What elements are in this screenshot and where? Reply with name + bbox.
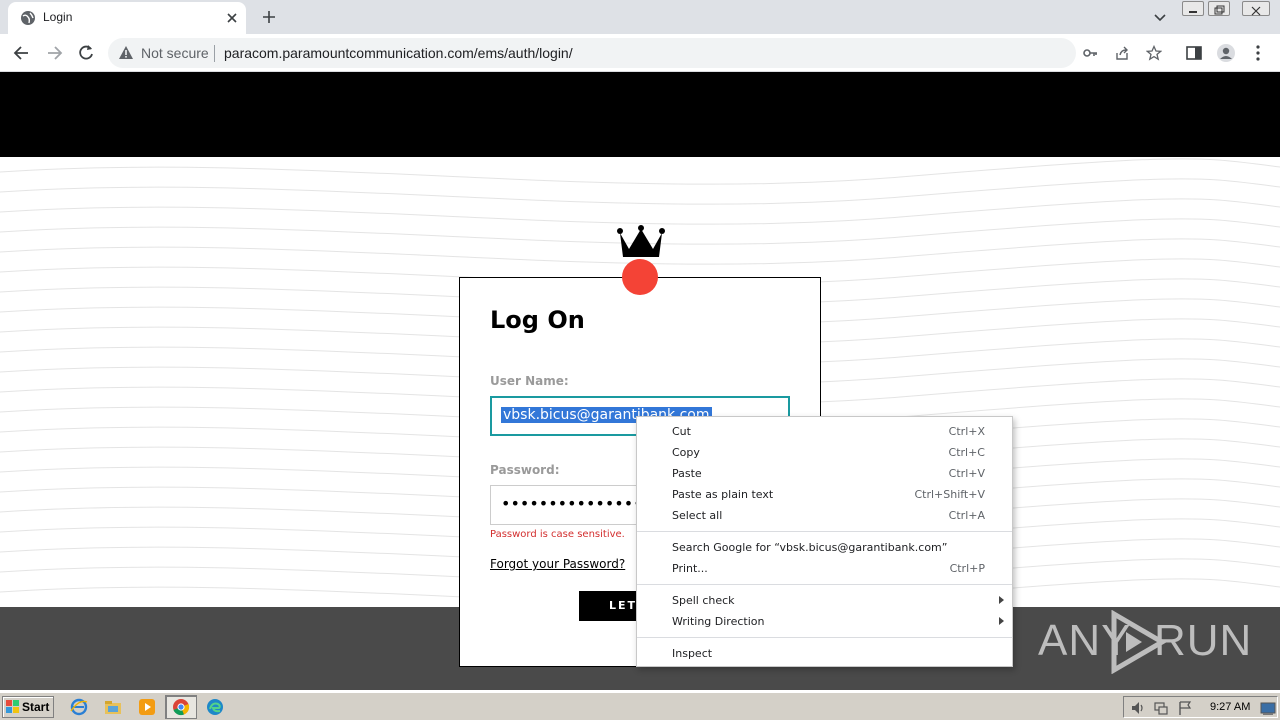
menu-item-label: Paste xyxy=(672,467,702,480)
show-desktop-icon[interactable] xyxy=(1260,700,1276,716)
menu-separator xyxy=(637,637,1012,638)
globe-icon xyxy=(21,11,35,25)
menu-item-label: Paste as plain text xyxy=(672,488,774,501)
system-tray: 9:27 AM xyxy=(1123,696,1278,718)
forgot-password-link[interactable]: Forgot your Password? xyxy=(490,557,625,571)
page-header xyxy=(0,72,1280,157)
menu-item-label: Inspect xyxy=(672,647,713,660)
warning-icon[interactable] xyxy=(118,45,134,61)
username-label: User Name: xyxy=(490,374,569,388)
omnibox-divider xyxy=(214,45,215,62)
close-tab-icon[interactable] xyxy=(224,10,240,26)
back-arrow-icon[interactable] xyxy=(12,43,32,63)
menu-item-spell-check[interactable]: Spell check xyxy=(637,590,1012,611)
menu-item-copy[interactable]: Copy Ctrl+C xyxy=(637,442,1012,463)
screen: Login Not secure paracom.paramountcommun… xyxy=(0,0,1280,720)
side-panel-icon[interactable] xyxy=(1184,43,1204,63)
menu-item-label: Select all xyxy=(672,509,723,522)
volume-icon[interactable] xyxy=(1130,700,1146,716)
menu-item-paste[interactable]: Paste Ctrl+V xyxy=(637,463,1012,484)
crown-logo-icon xyxy=(617,225,665,257)
menu-item-label: Copy xyxy=(672,446,700,459)
browser-toolbar: Not secure paracom.paramountcommunicatio… xyxy=(0,34,1280,72)
menu-item-shortcut: Ctrl+X xyxy=(948,425,985,438)
profile-avatar-icon[interactable] xyxy=(1216,43,1236,63)
start-label: Start xyxy=(22,700,50,714)
close-window-icon[interactable] xyxy=(1242,1,1270,16)
tab-login[interactable]: Login xyxy=(8,2,246,34)
menu-item-label: Print... xyxy=(672,562,708,575)
menu-item-shortcut: Ctrl+A xyxy=(948,509,985,522)
menu-item-shortcut: Ctrl+P xyxy=(949,562,985,575)
key-icon[interactable] xyxy=(1082,45,1098,61)
start-button[interactable]: Start xyxy=(2,696,54,718)
submenu-arrow-icon xyxy=(999,596,1004,604)
tab-title: Login xyxy=(43,10,73,24)
menu-item-shortcut: Ctrl+V xyxy=(948,467,985,480)
menu-item-paste-plain[interactable]: Paste as plain text Ctrl+Shift+V xyxy=(637,484,1012,505)
chrome-taskbar-button[interactable] xyxy=(165,695,197,719)
watermark-right: RUN xyxy=(1154,616,1253,665)
menu-kebab-icon[interactable] xyxy=(1248,43,1268,63)
anyrun-watermark: ANY RUN xyxy=(1038,610,1251,680)
menu-item-inspect[interactable]: Inspect xyxy=(637,643,1012,664)
chrome-icon xyxy=(173,699,190,716)
menu-item-label: Spell check xyxy=(672,594,735,607)
password-label: Password: xyxy=(490,463,560,477)
submenu-arrow-icon xyxy=(999,617,1004,625)
flag-icon[interactable] xyxy=(1177,700,1193,716)
chevron-down-icon[interactable] xyxy=(1152,9,1168,25)
share-icon[interactable] xyxy=(1114,45,1130,61)
menu-item-cut[interactable]: Cut Ctrl+X xyxy=(637,421,1012,442)
reload-icon[interactable] xyxy=(76,43,96,63)
restore-icon[interactable] xyxy=(1208,1,1230,16)
menu-item-shortcut: Ctrl+C xyxy=(948,446,985,459)
red-dot-overlay xyxy=(622,259,658,295)
context-menu: Cut Ctrl+X Copy Ctrl+C Paste Ctrl+V Past… xyxy=(636,416,1013,667)
edge-icon[interactable] xyxy=(206,698,224,716)
star-icon[interactable] xyxy=(1146,45,1162,61)
menu-separator xyxy=(637,584,1012,585)
menu-item-writing-direction[interactable]: Writing Direction xyxy=(637,611,1012,632)
menu-item-shortcut: Ctrl+Shift+V xyxy=(914,488,985,501)
minimize-icon[interactable] xyxy=(1182,1,1204,16)
media-player-icon[interactable] xyxy=(138,698,156,716)
ie-icon[interactable] xyxy=(70,698,88,716)
menu-item-select-all[interactable]: Select all Ctrl+A xyxy=(637,505,1012,526)
url-text[interactable]: paracom.paramountcommunication.com/ems/a… xyxy=(224,45,573,61)
menu-item-label: Writing Direction xyxy=(672,615,765,628)
windows-flag-icon xyxy=(6,700,19,713)
menu-item-label: Cut xyxy=(672,425,691,438)
taskbar: Start 9:27 AM xyxy=(0,692,1280,720)
menu-item-print[interactable]: Print... Ctrl+P xyxy=(637,558,1012,579)
new-tab-icon[interactable] xyxy=(260,8,278,26)
login-title: Log On xyxy=(490,306,585,334)
security-status[interactable]: Not secure xyxy=(141,45,209,61)
menu-item-label: Search Google for “vbsk.bicus@garantiban… xyxy=(672,541,948,554)
explorer-icon[interactable] xyxy=(104,698,122,716)
window-controls xyxy=(1182,0,1276,18)
menu-separator xyxy=(637,531,1012,532)
address-bar[interactable]: Not secure paracom.paramountcommunicatio… xyxy=(108,38,1162,68)
tab-strip: Login xyxy=(0,0,1280,34)
network-icon[interactable] xyxy=(1153,700,1169,716)
password-hint: Password is case sensitive. xyxy=(490,529,625,540)
taskbar-clock[interactable]: 9:27 AM xyxy=(1210,701,1250,713)
forward-arrow-icon[interactable] xyxy=(44,43,64,63)
menu-item-search-google[interactable]: Search Google for “vbsk.bicus@garantiban… xyxy=(637,537,1012,558)
